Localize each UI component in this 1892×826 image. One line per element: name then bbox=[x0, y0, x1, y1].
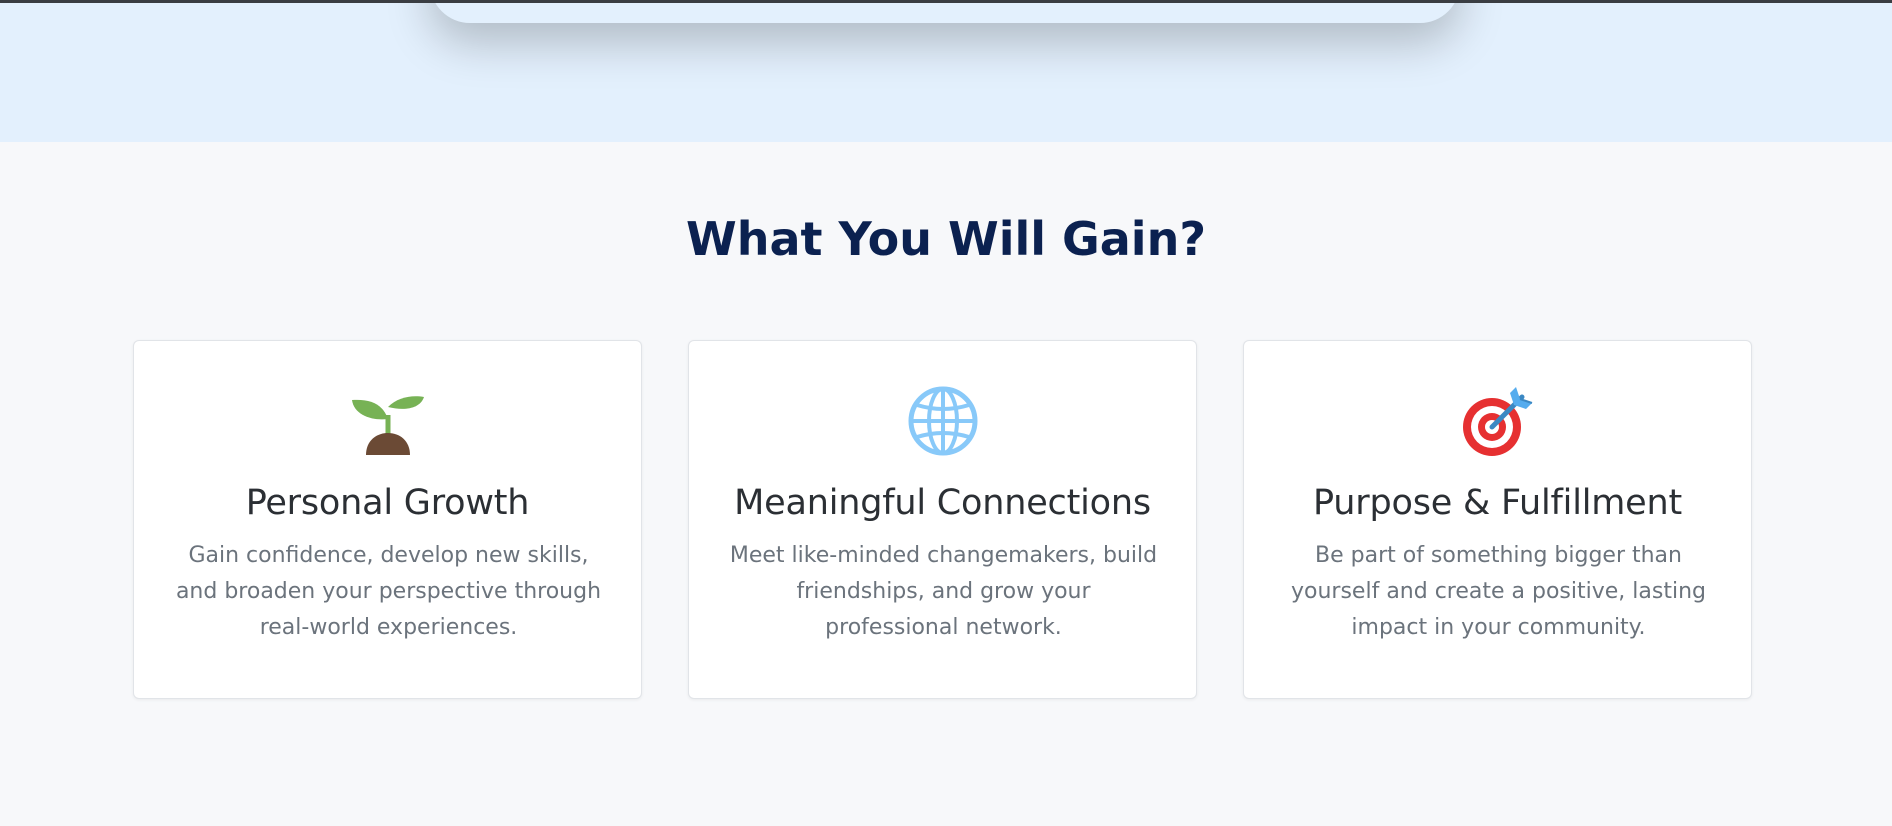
benefits-section: What You Will Gain? Personal Growth Gain… bbox=[0, 142, 1892, 826]
card-title: Personal Growth bbox=[245, 483, 530, 523]
card-description: Be part of something bigger than yoursel… bbox=[1291, 543, 1706, 640]
hero-card-bottom bbox=[430, 3, 1460, 23]
card-description: Meet like-minded changemakers, build fri… bbox=[729, 543, 1158, 640]
hero-band bbox=[0, 3, 1892, 142]
card-title: Meaningful Connections bbox=[734, 483, 1151, 523]
benefit-card-meaningful-connections: Meaningful Connections Meet like-minded … bbox=[688, 340, 1197, 699]
section-title: What You Will Gain? bbox=[685, 212, 1207, 266]
card-description: Gain confidence, develop new skills, and… bbox=[175, 543, 602, 640]
benefit-card-purpose-fulfillment: Purpose & Fulfillment Be part of somethi… bbox=[1243, 340, 1752, 699]
target-icon bbox=[1462, 387, 1532, 456]
card-title: Purpose & Fulfillment bbox=[1313, 483, 1682, 523]
seedling-icon bbox=[351, 396, 424, 455]
benefit-card-personal-growth: Personal Growth Gain confidence, develop… bbox=[133, 340, 642, 699]
globe-icon bbox=[908, 386, 977, 456]
